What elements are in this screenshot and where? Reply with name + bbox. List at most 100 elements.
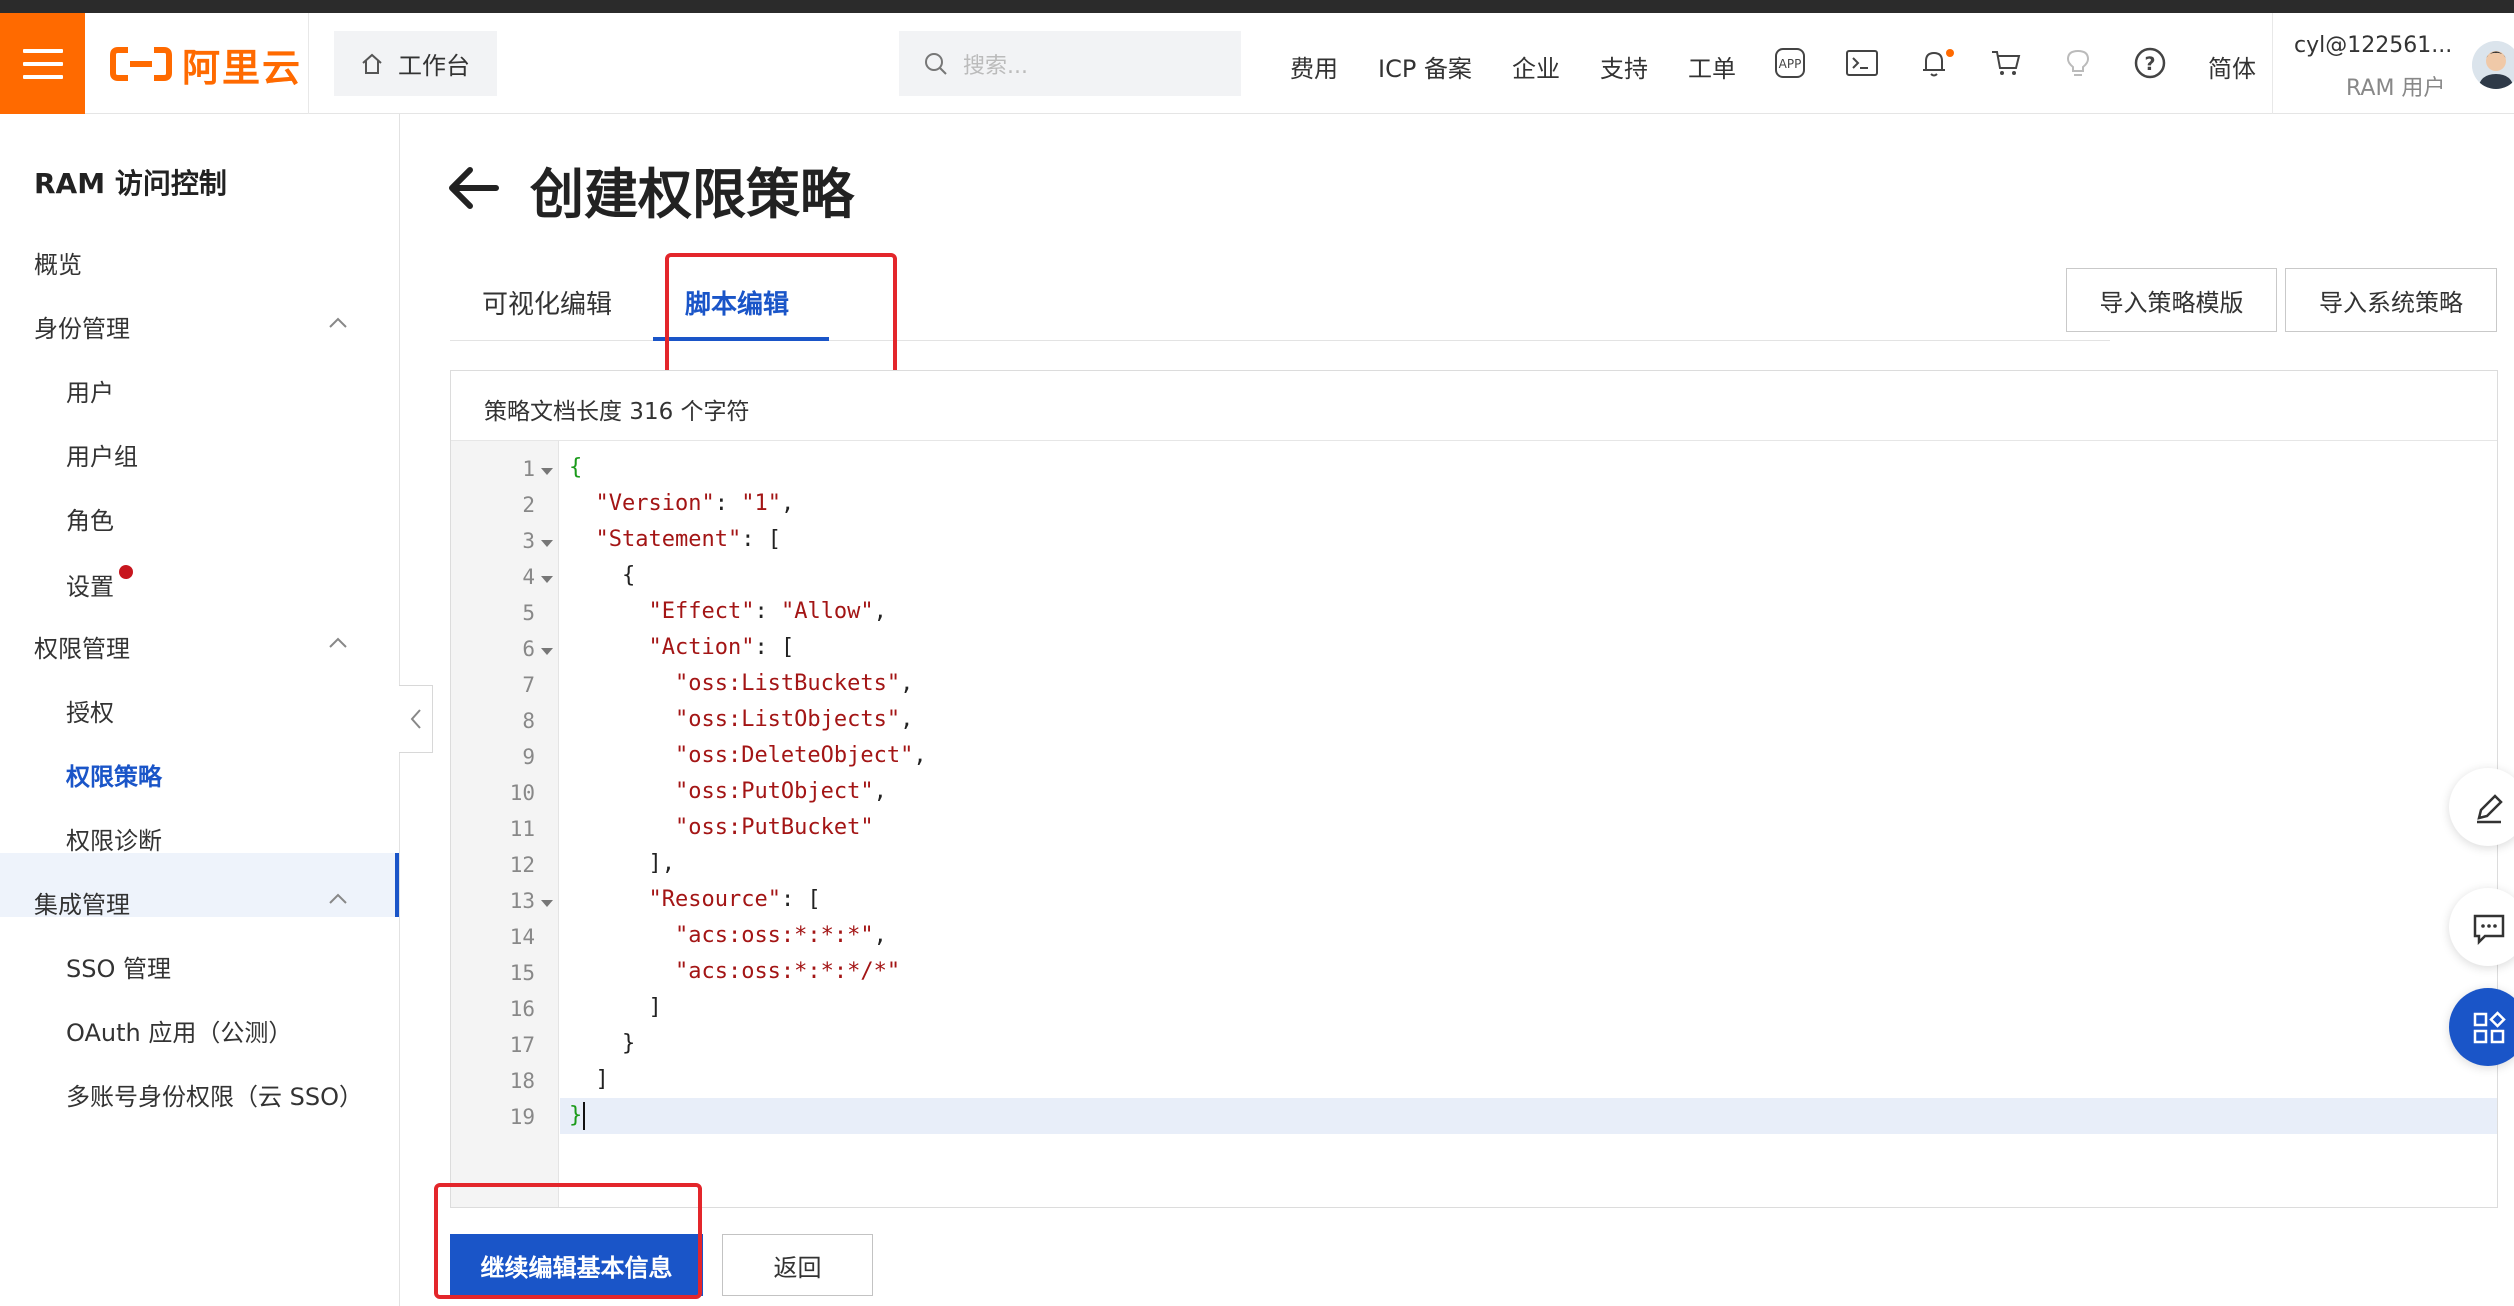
sidebar-group-integration[interactable]: 集成管理 [34, 885, 130, 920]
feedback-icon [2473, 914, 2505, 946]
nav-icp[interactable]: ICP 备案 [1378, 49, 1472, 84]
apps-icon [2473, 1011, 2506, 1044]
sidebar-item-diagnostics[interactable]: 权限诊断 [66, 821, 162, 856]
nav-billing[interactable]: 费用 [1290, 49, 1338, 84]
tab-visual-editor[interactable]: 可视化编辑 [482, 284, 612, 321]
continue-edit-basic-info-button[interactable]: 继续编辑基本信息 [450, 1234, 703, 1296]
aliyun-logo-mark-icon [110, 47, 172, 81]
code-line: "oss:PutObject", [674, 779, 887, 804]
search-input[interactable]: 搜索... [899, 31, 1241, 96]
home-icon [362, 53, 382, 74]
text-cursor [583, 1102, 585, 1130]
user-name[interactable]: cyl@122561... [2294, 33, 2452, 58]
search-placeholder: 搜索... [963, 53, 1028, 79]
sidebar-item-policies[interactable]: 权限策略 [66, 757, 162, 792]
cart-icon[interactable] [1988, 45, 2024, 81]
app-icon[interactable]: APP [1772, 45, 1808, 81]
user-role: RAM 用户 [2346, 76, 2446, 101]
svg-text:APP: APP [1779, 57, 1802, 71]
bulb-icon[interactable] [2060, 45, 2096, 81]
search-icon [925, 52, 947, 75]
code-line: "acs:oss:*:*:*/*" [674, 959, 901, 984]
line-number: 9 [522, 745, 535, 769]
back-arrow-icon[interactable] [448, 164, 500, 212]
code-line: "Version": "1", [595, 491, 795, 516]
fold-toggle-icon[interactable] [541, 468, 553, 475]
return-button[interactable]: 返回 [722, 1234, 873, 1296]
sidebar-item-user-groups[interactable]: 用户组 [66, 437, 138, 472]
sidebar: RAM 访问控制 概览 身份管理 用户 用户组 角色 设置 权限管理 授权 权限… [0, 114, 400, 1306]
workbench-label: 工作台 [398, 52, 470, 80]
code-line: } [569, 1103, 583, 1128]
notification-dot [1946, 49, 1954, 57]
line-number: 14 [509, 925, 535, 949]
sidebar-collapse-button[interactable] [399, 685, 433, 753]
avatar[interactable] [2472, 41, 2514, 89]
sidebar-group-identity[interactable]: 身份管理 [34, 309, 130, 344]
terminal-icon[interactable] [1844, 45, 1880, 81]
tab-active-indicator [653, 337, 829, 341]
edit-icon [2477, 794, 2503, 824]
fold-toggle-icon[interactable] [541, 540, 553, 547]
line-number: 6 [522, 637, 535, 661]
nav-support[interactable]: 支持 [1600, 49, 1648, 84]
code-line: "oss:PutBucket" [674, 815, 874, 840]
chevron-up-icon[interactable] [326, 887, 350, 911]
chevron-up-icon[interactable] [326, 311, 350, 335]
menu-line [22, 74, 63, 79]
editor-divider [451, 440, 2497, 441]
code-line: "oss:ListBuckets", [674, 671, 914, 696]
header-divider [2272, 13, 2273, 114]
nav-ticket[interactable]: 工单 [1688, 49, 1736, 84]
code-line: "Effect": "Allow", [648, 599, 887, 624]
document-length-label: 策略文档长度 316 个字符 [484, 399, 750, 425]
sidebar-item-grants[interactable]: 授权 [66, 693, 114, 728]
line-number: 16 [509, 997, 535, 1021]
fold-toggle-icon[interactable] [541, 576, 553, 583]
line-number: 17 [509, 1033, 535, 1057]
fold-toggle-icon[interactable] [541, 900, 553, 907]
code-line: "Action": [ [648, 635, 795, 660]
line-number: 7 [522, 673, 535, 697]
page-title: 创建权限策略 [530, 163, 854, 226]
chevron-left-icon [410, 709, 421, 729]
sidebar-item-users[interactable]: 用户 [66, 373, 114, 408]
fold-toggle-icon[interactable] [541, 648, 553, 655]
code-line: ] [569, 1067, 609, 1092]
logo-text: 阿里云 [182, 45, 303, 90]
code-line: "Resource": [ [648, 887, 821, 912]
svg-text:?: ? [2144, 53, 2155, 75]
line-number: 8 [522, 709, 535, 733]
menu-line [22, 61, 63, 66]
sidebar-item-settings[interactable]: 设置 [66, 567, 114, 602]
workbench-button[interactable]: 工作台 [334, 31, 497, 96]
line-number: 12 [509, 853, 535, 877]
code-line: } [569, 1031, 636, 1056]
settings-alert-dot [119, 565, 133, 579]
header-divider [308, 13, 309, 114]
sidebar-title: RAM 访问控制 [34, 167, 227, 200]
tab-script-editor[interactable]: 脚本编辑 [685, 284, 789, 321]
sidebar-item-cloud-sso[interactable]: 多账号身份权限（云 SSO） [66, 1077, 363, 1112]
import-system-policy-button[interactable]: 导入系统策略 [2285, 268, 2497, 332]
code-line: { [569, 455, 583, 480]
sidebar-active-indicator [395, 853, 399, 917]
nav-enterprise[interactable]: 企业 [1512, 49, 1560, 84]
sidebar-group-permissions[interactable]: 权限管理 [34, 629, 130, 664]
sidebar-item-sso[interactable]: SSO 管理 [66, 949, 171, 984]
top-header: 阿里云 工作台 搜索... 费用 ICP 备案 企业 支持 工单 APP ? 简… [0, 13, 2514, 114]
main-menu-button[interactable] [0, 13, 85, 114]
help-icon[interactable]: ? [2132, 45, 2168, 81]
import-template-button[interactable]: 导入策略模版 [2066, 268, 2277, 332]
sidebar-item-oauth[interactable]: OAuth 应用（公测） [66, 1013, 292, 1048]
chevron-up-icon[interactable] [326, 631, 350, 655]
sidebar-item-overview[interactable]: 概览 [34, 245, 82, 280]
code-line: "oss:ListObjects", [674, 707, 914, 732]
sidebar-item-roles[interactable]: 角色 [66, 501, 114, 536]
line-number: 1 [522, 457, 535, 481]
line-number: 15 [509, 961, 535, 985]
language-switch[interactable]: 简体 [2208, 49, 2256, 84]
line-number: 3 [522, 529, 535, 553]
aliyun-logo[interactable]: 阿里云 [110, 41, 302, 90]
line-number: 13 [509, 889, 535, 913]
